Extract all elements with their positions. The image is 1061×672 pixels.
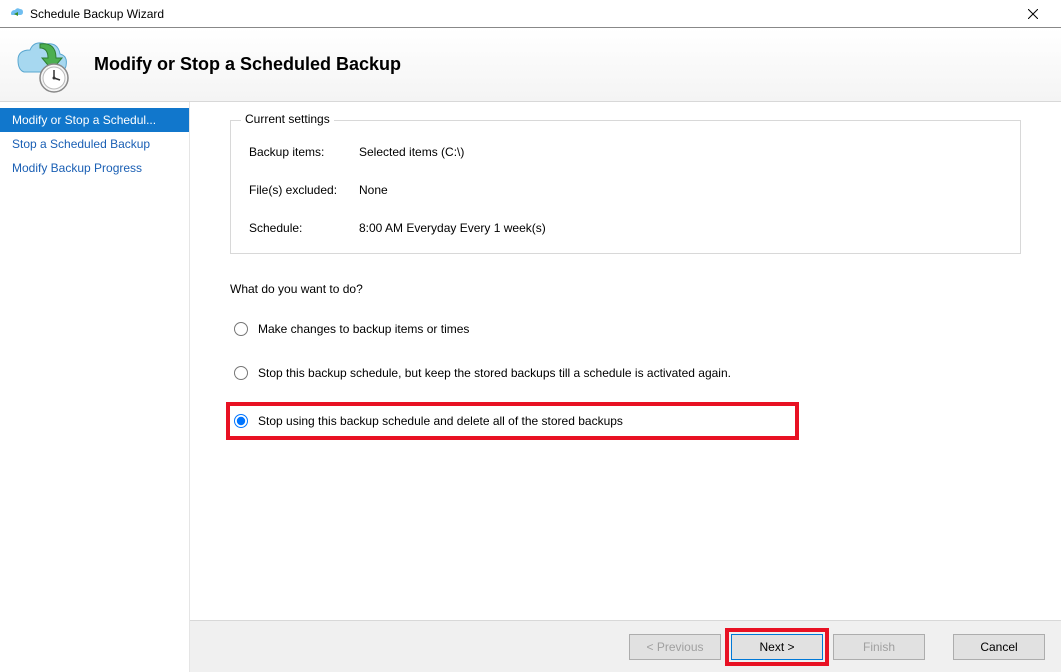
option-make-changes[interactable]: Make changes to backup items or times xyxy=(230,318,1021,340)
sidebar-item-modify-progress[interactable]: Modify Backup Progress xyxy=(0,156,189,180)
wizard-header: Modify or Stop a Scheduled Backup xyxy=(0,28,1061,102)
backup-items-label: Backup items: xyxy=(249,145,359,159)
titlebar: Schedule Backup Wizard xyxy=(0,0,1061,28)
sidebar-item-label: Stop a Scheduled Backup xyxy=(12,137,150,151)
previous-button: < Previous xyxy=(629,634,721,660)
wizard-button-bar: < Previous Next > Finish Cancel xyxy=(190,620,1061,672)
action-prompt: What do you want to do? xyxy=(230,282,1021,296)
backup-clock-icon xyxy=(12,36,70,94)
files-excluded-value: None xyxy=(359,183,1002,197)
option-label: Make changes to backup items or times xyxy=(258,322,469,336)
finish-button: Finish xyxy=(833,634,925,660)
schedule-value: 8:00 AM Everyday Every 1 week(s) xyxy=(359,221,1002,235)
option-stop-keep[interactable]: Stop this backup schedule, but keep the … xyxy=(230,362,1021,384)
page-title: Modify or Stop a Scheduled Backup xyxy=(94,54,401,75)
main-content: Current settings Backup items: Selected … xyxy=(190,102,1061,620)
radio-make-changes[interactable] xyxy=(234,322,248,336)
close-button[interactable] xyxy=(1013,2,1053,26)
radio-stop-delete[interactable] xyxy=(234,414,248,428)
radio-stop-keep[interactable] xyxy=(234,366,248,380)
option-stop-delete[interactable]: Stop using this backup schedule and dele… xyxy=(230,406,795,436)
option-label: Stop this backup schedule, but keep the … xyxy=(258,366,731,380)
sidebar-item-stop-scheduled[interactable]: Stop a Scheduled Backup xyxy=(0,132,189,156)
next-button[interactable]: Next > xyxy=(731,634,823,660)
option-label: Stop using this backup schedule and dele… xyxy=(258,414,623,428)
sidebar-item-label: Modify Backup Progress xyxy=(12,161,142,175)
cancel-button[interactable]: Cancel xyxy=(953,634,1045,660)
sidebar-item-modify-stop[interactable]: Modify or Stop a Schedul... xyxy=(0,108,189,132)
wizard-steps-sidebar: Modify or Stop a Schedul... Stop a Sched… xyxy=(0,102,190,672)
schedule-label: Schedule: xyxy=(249,221,359,235)
app-icon xyxy=(8,6,24,22)
window-title: Schedule Backup Wizard xyxy=(30,7,164,21)
sidebar-item-label: Modify or Stop a Schedul... xyxy=(12,113,156,127)
current-settings-group: Current settings Backup items: Selected … xyxy=(230,120,1021,254)
backup-items-value: Selected items (C:\) xyxy=(359,145,1002,159)
settings-legend: Current settings xyxy=(241,112,334,126)
action-options: Make changes to backup items or times St… xyxy=(230,318,1021,436)
next-button-highlight: Next > xyxy=(729,632,825,662)
files-excluded-label: File(s) excluded: xyxy=(249,183,359,197)
